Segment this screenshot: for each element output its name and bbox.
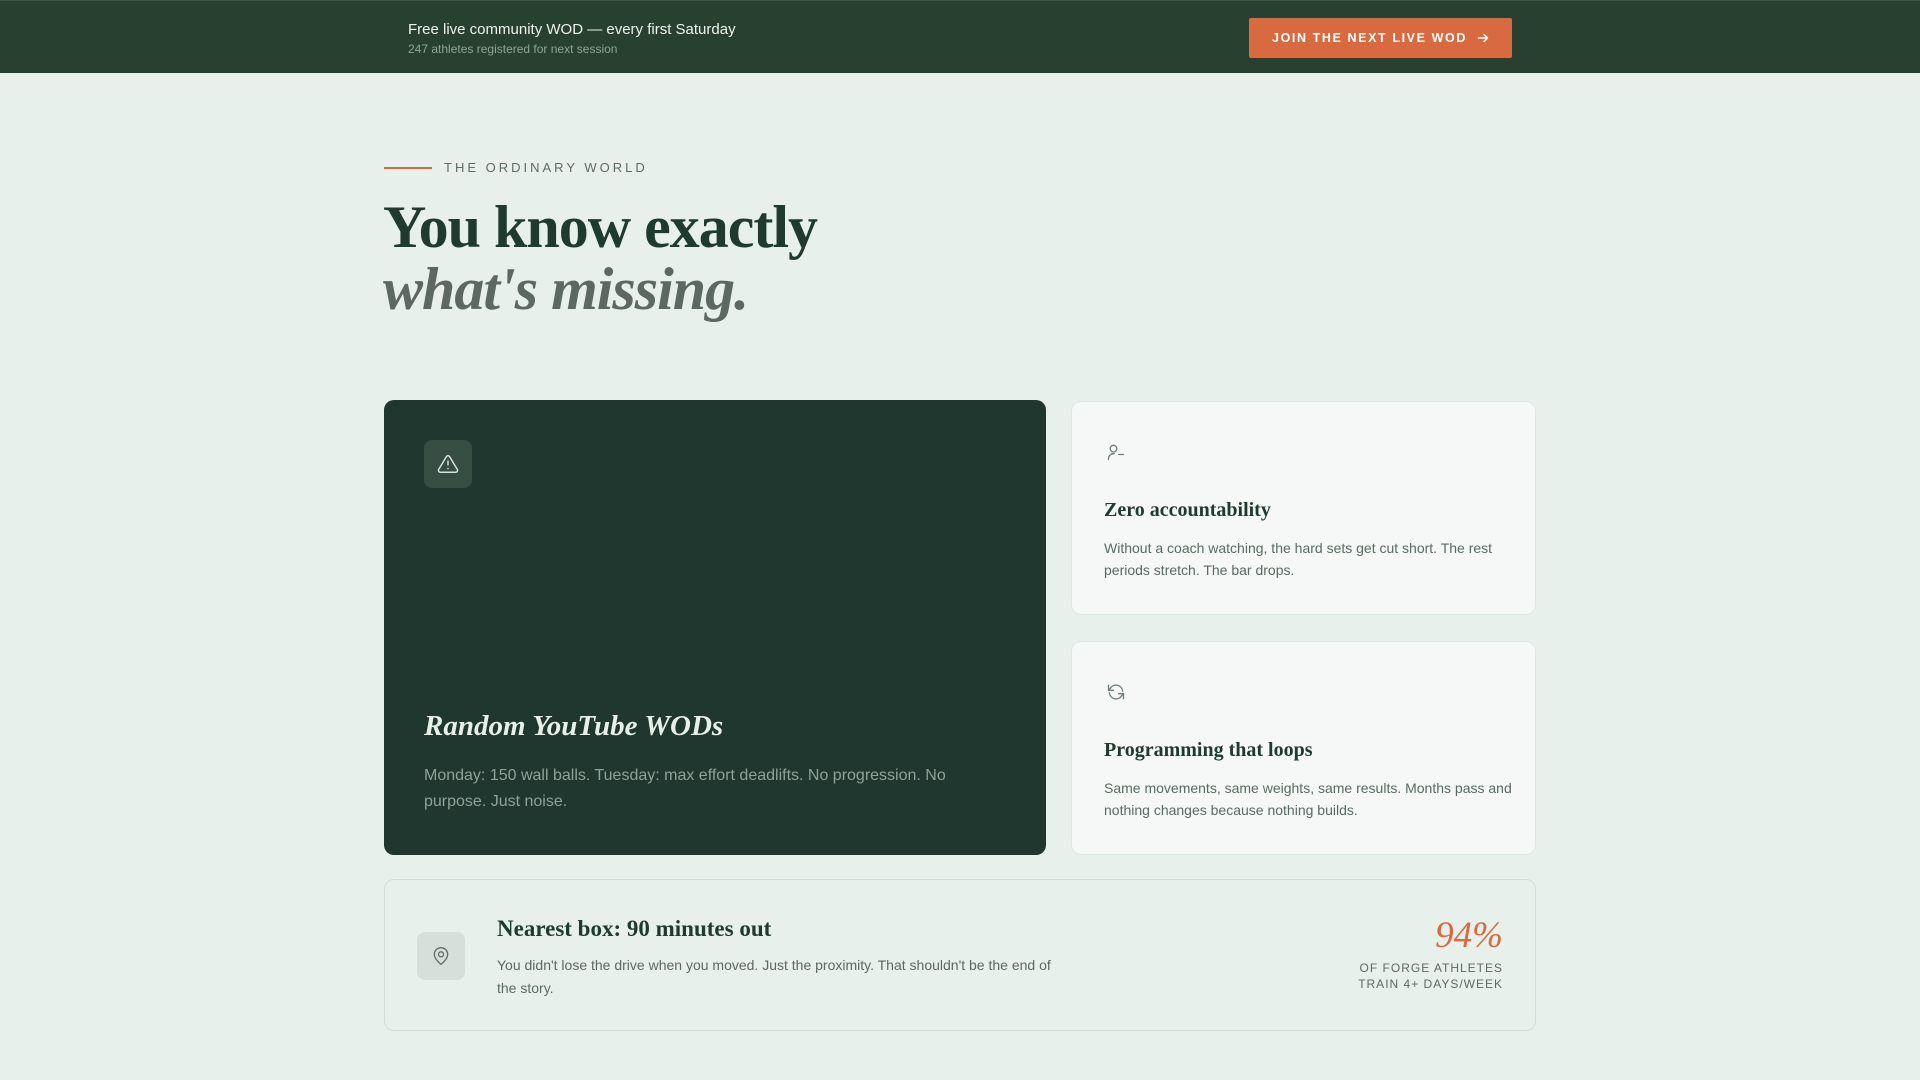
announcement-text: Free live community WOD — every first Sa… <box>408 21 736 56</box>
accountability-icon-wrap <box>1104 440 1128 464</box>
nearest-box-card: Nearest box: 90 minutes out You didn't l… <box>384 879 1536 1031</box>
headline-line-2: what's missing. <box>383 256 749 322</box>
youtube-wods-body: Monday: 150 wall balls. Tuesday: max eff… <box>424 767 946 810</box>
youtube-wods-title: Random YouTube WODs <box>424 710 724 742</box>
section-eyebrow: THE ORDINARY WORLD <box>384 160 648 175</box>
nearest-box-title: Nearest box: 90 minutes out <box>497 916 772 941</box>
warning-triangle-icon <box>437 454 459 473</box>
youtube-wods-card: Random YouTube WODs Monday: 150 wall bal… <box>384 400 1046 855</box>
map-pin-icon-box <box>417 932 465 980</box>
programming-title: Programming that loops <box>1104 739 1313 761</box>
nearest-box-body: You didn't lose the drive when you moved… <box>497 957 1051 996</box>
accountability-card: Zero accountability Without a coach watc… <box>1071 401 1536 615</box>
accountability-title: Zero accountability <box>1104 499 1271 521</box>
arrow-right-icon <box>1477 33 1489 43</box>
user-minus-icon <box>1107 444 1125 461</box>
stat-value: 94% <box>1435 915 1503 956</box>
programming-icon-wrap <box>1104 680 1128 704</box>
programming-body: Same movements, same weights, same resul… <box>1104 780 1512 818</box>
join-live-wod-button[interactable]: JOIN THE NEXT LIVE WOD <box>1249 18 1512 58</box>
announcement-bar: Free live community WOD — every first Sa… <box>0 0 1920 73</box>
programming-card: Programming that loops Same movements, s… <box>1071 641 1536 855</box>
accountability-body: Without a coach watching, the hard sets … <box>1104 540 1493 578</box>
warning-icon-box <box>424 440 472 488</box>
map-pin-icon <box>433 947 449 965</box>
announcement-subtitle: 247 athletes registered for next session <box>408 42 618 56</box>
section-headline: You know exactly what's missing. <box>383 194 818 322</box>
stat-label: OF FORGE ATHLETES TRAIN 4+ DAYS/WEEK <box>1358 961 1503 991</box>
athlete-stat: 94% OF FORGE ATHLETES TRAIN 4+ DAYS/WEEK <box>1343 916 1503 992</box>
eyebrow-label: THE ORDINARY WORLD <box>444 160 648 175</box>
headline-line-1: You know exactly <box>383 194 818 260</box>
eyebrow-rule <box>384 166 432 169</box>
join-live-wod-label: JOIN THE NEXT LIVE WOD <box>1272 31 1467 45</box>
announcement-title: Free live community WOD — every first Sa… <box>408 21 736 38</box>
refresh-icon <box>1107 684 1125 700</box>
